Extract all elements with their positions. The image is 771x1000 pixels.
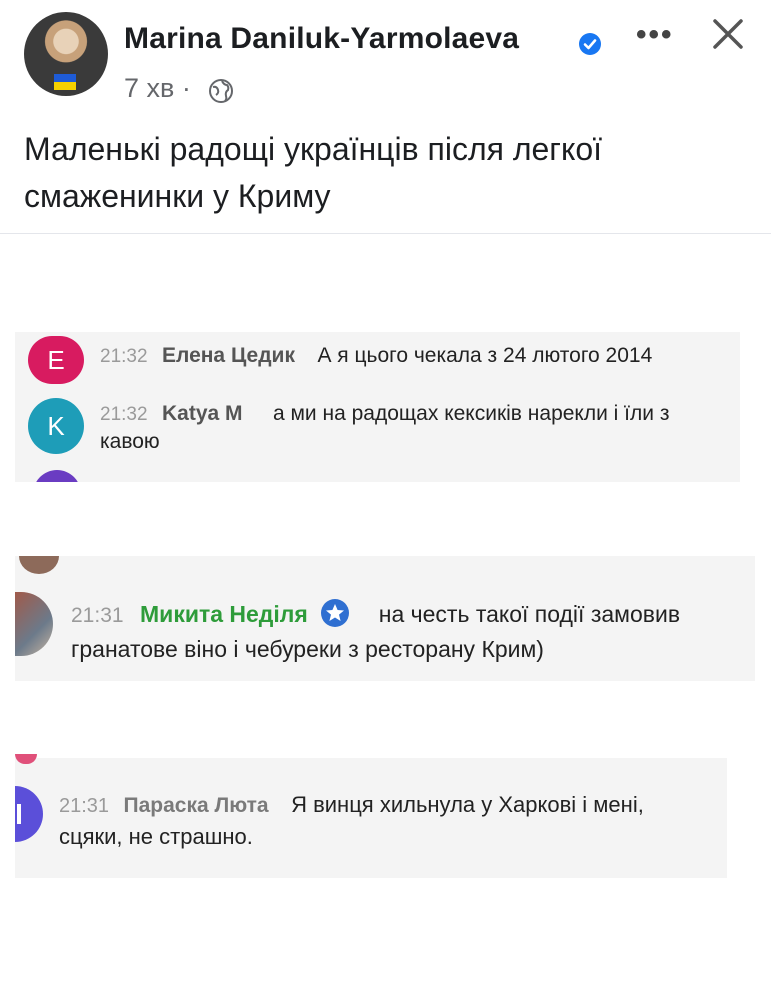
message-text-continued: сцяки, не страшно. bbox=[59, 824, 253, 849]
post-meta: 7 хв · bbox=[124, 73, 191, 104]
ukraine-flag-icon bbox=[54, 74, 76, 90]
chat-screenshot-3: 21:31 Параска Люта Я винця хильнула у Ха… bbox=[15, 754, 727, 878]
message-time: 21:32 bbox=[100, 404, 148, 425]
post-text-line-2: смаженинки у Криму bbox=[24, 178, 331, 214]
message-author: Микита Неділя bbox=[140, 601, 308, 627]
message-author: Елена Цедик bbox=[162, 344, 295, 367]
meta-separator: · bbox=[181, 73, 191, 103]
chat-screenshot-1: Е 21:32 Елена Цедик А я цього чекала з 2… bbox=[15, 332, 740, 482]
message-text-continued: гранатове віно і чебуреки з ресторану Кр… bbox=[71, 636, 544, 662]
verified-badge-icon bbox=[579, 33, 601, 55]
message-author: Katya M bbox=[162, 402, 243, 425]
star-badge-icon bbox=[321, 599, 350, 627]
chat-message-2: 21:32 Katya M а ми на радощах кексиків н… bbox=[100, 402, 669, 426]
message-author: Параска Люта bbox=[123, 794, 269, 817]
more-options-button[interactable]: ••• bbox=[636, 18, 674, 52]
author-name[interactable]: Marina Daniluk-Yarmolaeva bbox=[124, 22, 519, 56]
message-text: Я винця хильнула у Харкові і мені, bbox=[291, 792, 644, 817]
message-text: а ми на радощах кексиків нарекли і їли з bbox=[272, 402, 670, 425]
message-time: 21:31 bbox=[71, 604, 124, 627]
message-time: 21:31 bbox=[59, 795, 110, 817]
partial-avatar bbox=[33, 470, 81, 482]
chat-screenshot-2: 21:31 Микита Неділя на честь такої події… bbox=[15, 556, 755, 681]
avatar-initial-k: K bbox=[28, 398, 84, 454]
chat-message-3: 21:31 Микита Неділя на честь такої події… bbox=[71, 598, 680, 628]
avatar-initial-e: Е bbox=[28, 336, 84, 384]
message-text: А я цього чекала з 24 лютого 2014 bbox=[317, 344, 653, 367]
post-time[interactable]: 7 хв bbox=[124, 73, 174, 103]
post-divider bbox=[0, 233, 771, 234]
chat-message-4: 21:31 Параска Люта Я винця хильнула у Ха… bbox=[59, 792, 644, 818]
post-text: Маленькі радощі українців після легкої с… bbox=[24, 126, 744, 220]
author-photo-avatar bbox=[15, 592, 53, 656]
message-text-continued: кавою bbox=[100, 430, 160, 453]
globe-icon bbox=[209, 79, 233, 103]
author-avatar[interactable] bbox=[24, 12, 108, 96]
post-text-line-1: Маленькі радощі українців після легкої bbox=[24, 131, 603, 167]
post-header: Marina Daniluk-Yarmolaeva ••• 7 хв · bbox=[0, 0, 771, 120]
message-text: на честь такої події замовив bbox=[378, 601, 681, 627]
partial-avatar bbox=[15, 786, 43, 842]
partial-avatar-top bbox=[19, 556, 59, 574]
chat-message-1: 21:32 Елена Цедик А я цього чекала з 24 … bbox=[100, 344, 652, 368]
partial-avatar-top bbox=[15, 754, 37, 764]
close-icon[interactable] bbox=[708, 14, 748, 54]
message-time: 21:32 bbox=[100, 346, 148, 367]
